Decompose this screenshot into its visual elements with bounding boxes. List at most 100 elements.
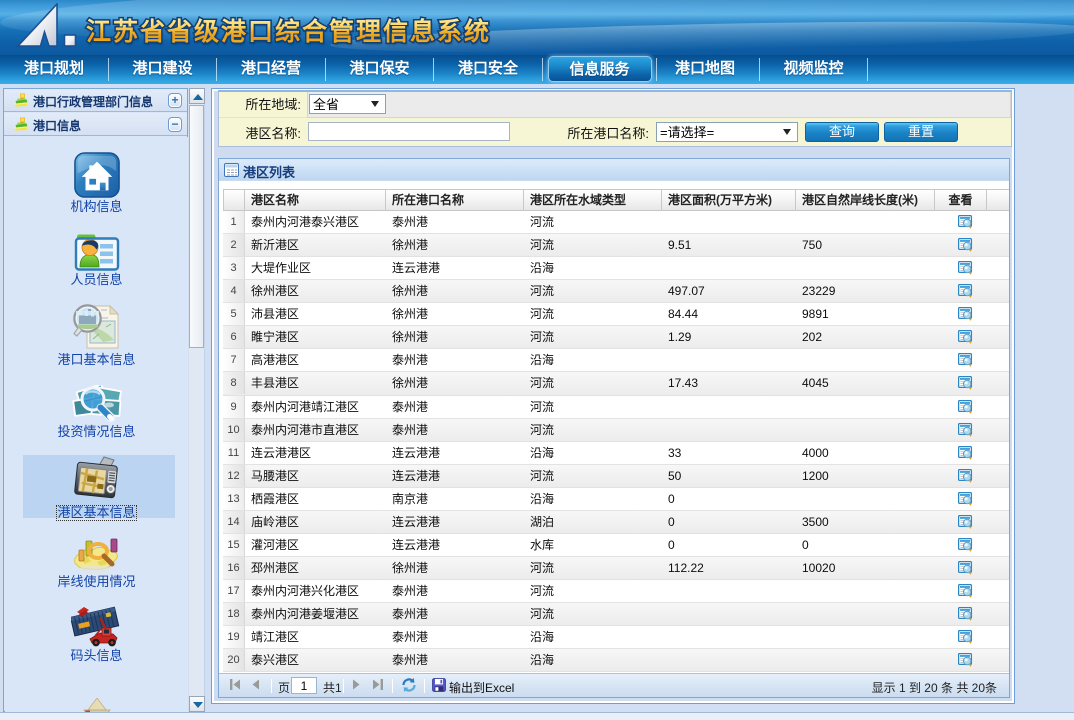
nav-tab-5[interactable]: 港口安全 xyxy=(434,55,542,84)
table-row-8[interactable]: 8丰县港区徐州港河流17.434045 xyxy=(223,372,1009,395)
view-detail-icon[interactable] xyxy=(958,561,973,575)
table-row-13[interactable]: 13栖霞港区南京港沿海0 xyxy=(223,488,1009,511)
scroll-up-button[interactable] xyxy=(189,88,205,104)
scroll-down-button[interactable] xyxy=(189,696,205,712)
table-row-4[interactable]: 4徐州港区徐州港河流497.0723229 xyxy=(223,280,1009,303)
sidebar-item-8[interactable] xyxy=(5,696,188,712)
sidebar-panel-port-info[interactable]: 港口信息 − xyxy=(4,113,187,136)
sidebar-item-2[interactable]: 人员信息 xyxy=(5,231,188,289)
col-view[interactable]: 查看 xyxy=(935,190,987,212)
table-row-1[interactable]: 1泰州内河港泰兴港区泰州港河流 xyxy=(223,211,1009,234)
view-detail-icon[interactable] xyxy=(958,400,973,414)
nav-tab-1[interactable]: 港口规划 xyxy=(0,55,108,84)
sidebar-item-3[interactable]: 港口基本信息 xyxy=(5,301,188,369)
view-detail-icon[interactable] xyxy=(958,515,973,529)
view-detail-icon[interactable] xyxy=(958,538,973,552)
col-area[interactable]: 港区面积(万平方米) xyxy=(662,190,796,212)
col-port[interactable]: 所在港口名称 xyxy=(386,190,524,212)
table-row-14[interactable]: 14庙岭港区连云港港湖泊03500 xyxy=(223,511,1009,534)
view-detail-icon[interactable] xyxy=(958,584,973,598)
table-row-16[interactable]: 16邳州港区徐州港河流112.2210020 xyxy=(223,557,1009,580)
cell-view xyxy=(935,580,987,602)
cell-shoreline: 10020 xyxy=(796,557,935,579)
nav-tab-4[interactable]: 港口保安 xyxy=(326,55,434,84)
view-detail-icon[interactable] xyxy=(958,469,973,483)
collapse-button[interactable]: − xyxy=(168,117,182,132)
prev-page-button[interactable] xyxy=(251,678,260,691)
cell-port: 连云港港 xyxy=(386,442,524,464)
view-detail-icon[interactable] xyxy=(958,238,973,252)
view-detail-icon[interactable] xyxy=(958,330,973,344)
table-row-7[interactable]: 7高港港区泰州港沿海 xyxy=(223,349,1009,372)
view-detail-icon[interactable] xyxy=(958,492,973,506)
cell-filler xyxy=(987,649,1009,671)
refresh-icon[interactable] xyxy=(401,677,417,693)
table-row-18[interactable]: 18泰州内河港姜堰港区泰州港河流 xyxy=(223,603,1009,626)
cell-water-type: 河流 xyxy=(524,280,662,302)
sidebar-item-label: 港区基本信息 xyxy=(57,506,135,520)
port-name-select[interactable]: =请选择= xyxy=(656,122,798,142)
view-detail-icon[interactable] xyxy=(958,376,973,390)
table-icon xyxy=(224,163,239,177)
col-shoreline[interactable]: 港区自然岸线长度(米) xyxy=(796,190,935,212)
col-name[interactable]: 港区名称 xyxy=(245,190,386,212)
export-excel-button[interactable]: 输出到Excel xyxy=(449,679,514,696)
table-row-19[interactable]: 19靖江港区泰州港沿海 xyxy=(223,626,1009,649)
table-row-20[interactable]: 20泰兴港区泰州港沿海 xyxy=(223,649,1009,672)
cell-view xyxy=(935,465,987,487)
panel-title: 港区列表 xyxy=(243,162,295,181)
table-row-10[interactable]: 10泰州内河港市直港区泰州港河流 xyxy=(223,419,1009,442)
nav-tab-8[interactable]: 视频监控 xyxy=(760,55,868,84)
sidebar-panel-admin-depts[interactable]: 港口行政管理部门信息 + xyxy=(4,89,187,112)
nav-tab-3[interactable]: 港口经营 xyxy=(217,55,325,84)
nav-tab-7[interactable]: 港口地图 xyxy=(651,55,759,84)
container-truck-icon xyxy=(71,605,123,647)
view-detail-icon[interactable] xyxy=(958,423,973,437)
reset-button[interactable]: 重置 xyxy=(884,122,958,142)
table-row-11[interactable]: 11连云港港区连云港港沿海334000 xyxy=(223,442,1009,465)
cell-filler xyxy=(987,326,1009,348)
view-detail-icon[interactable] xyxy=(958,215,973,229)
table-row-17[interactable]: 17泰州内河港兴化港区泰州港河流 xyxy=(223,580,1009,603)
cell-name: 泰州内河港兴化港区 xyxy=(245,580,386,602)
cell-shoreline xyxy=(796,419,935,441)
sidebar-panel-label: 港口信息 xyxy=(33,117,81,134)
last-page-button[interactable] xyxy=(372,678,384,691)
view-detail-icon[interactable] xyxy=(958,446,973,460)
table-row-9[interactable]: 9泰州内河港靖江港区泰州港河流 xyxy=(223,396,1009,419)
table-row-12[interactable]: 12马腰港区连云港港河流501200 xyxy=(223,465,1009,488)
page-number-input[interactable] xyxy=(291,677,317,694)
sidebar-item-5[interactable]: 港区基本信息 xyxy=(5,455,188,522)
save-disk-icon[interactable] xyxy=(432,678,446,692)
next-page-button[interactable] xyxy=(352,678,361,691)
table-row-6[interactable]: 6睢宁港区徐州港河流1.29202 xyxy=(223,326,1009,349)
scrollbar-thumb[interactable] xyxy=(189,105,204,348)
sidebar-item-4[interactable]: 投资情况信息 xyxy=(5,383,188,441)
view-detail-icon[interactable] xyxy=(958,284,973,298)
port-area-name-input[interactable] xyxy=(308,122,510,141)
table-row-15[interactable]: 15灌河港区连云港港水库00 xyxy=(223,534,1009,557)
sidebar-item-7[interactable]: 码头信息 xyxy=(5,602,188,665)
first-page-button[interactable] xyxy=(229,678,241,691)
cell-port: 徐州港 xyxy=(386,303,524,325)
view-detail-icon[interactable] xyxy=(958,261,973,275)
col-water-type[interactable]: 港区所在水域类型 xyxy=(524,190,662,212)
sidebar-scrollbar[interactable] xyxy=(189,88,205,713)
sidebar-item-6[interactable]: 岸线使用情况 xyxy=(5,535,188,591)
expand-button[interactable]: + xyxy=(168,93,182,108)
view-detail-icon[interactable] xyxy=(958,653,973,667)
sidebar-item-1[interactable]: 机构信息 xyxy=(5,151,188,216)
region-select[interactable]: 全省 xyxy=(309,94,386,114)
table-row-3[interactable]: 3大堤作业区连云港港沿海 xyxy=(223,257,1009,280)
query-button[interactable]: 查询 xyxy=(805,122,879,142)
cell-view xyxy=(935,488,987,510)
view-detail-icon[interactable] xyxy=(958,630,973,644)
table-row-2[interactable]: 2新沂港区徐州港河流9.51750 xyxy=(223,234,1009,257)
nav-tab-6[interactable]: 信息服务 xyxy=(548,56,652,82)
sidebar-item-label: 人员信息 xyxy=(70,273,122,287)
view-detail-icon[interactable] xyxy=(958,607,973,621)
nav-tab-2[interactable]: 港口建设 xyxy=(109,55,217,84)
view-detail-icon[interactable] xyxy=(958,353,973,367)
view-detail-icon[interactable] xyxy=(958,307,973,321)
table-row-5[interactable]: 5沛县港区徐州港河流84.449891 xyxy=(223,303,1009,326)
